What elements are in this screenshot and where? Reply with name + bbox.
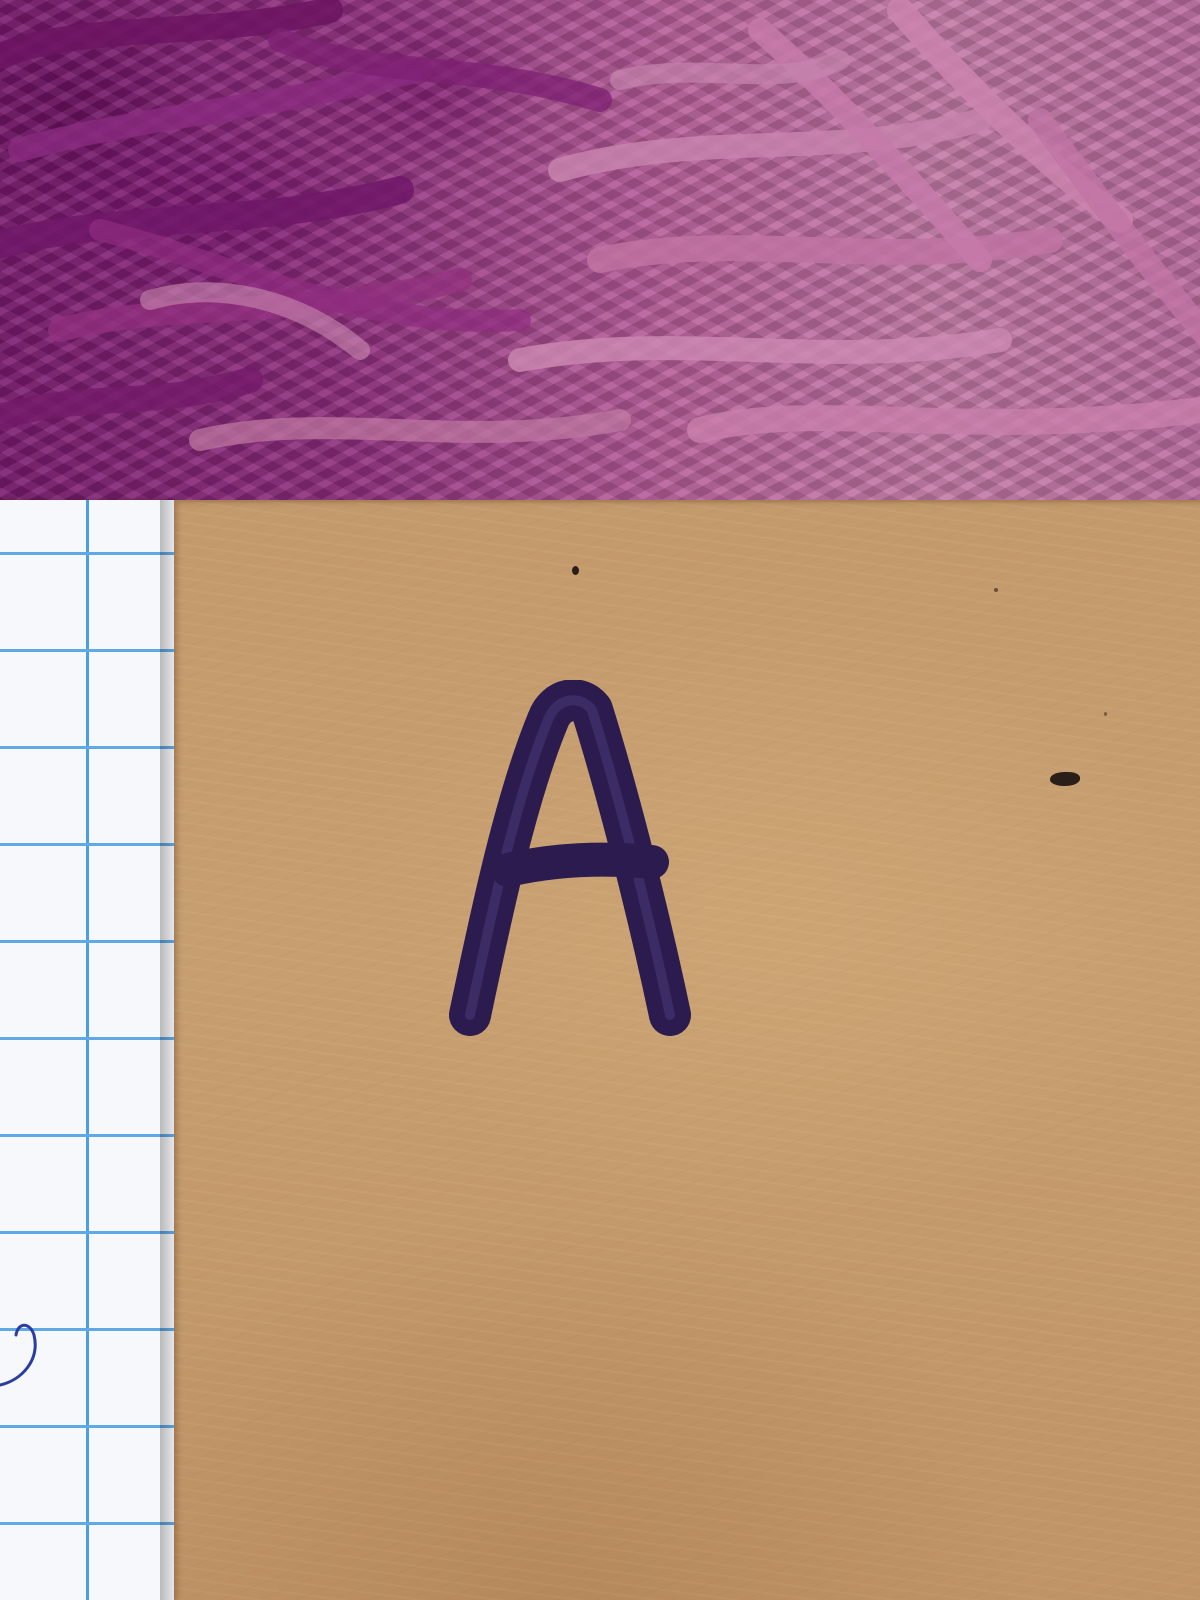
kraft-cover bbox=[174, 500, 1200, 1600]
yarn-strands bbox=[0, 0, 1200, 451]
yarn-rug bbox=[0, 0, 1200, 520]
grid-notebook bbox=[0, 500, 176, 1600]
photo-scene: A bbox=[0, 0, 1200, 1600]
ink-speck bbox=[572, 566, 579, 575]
kraft-fiber-texture bbox=[174, 502, 1200, 1600]
ink-speck bbox=[1104, 712, 1107, 716]
handwritten-letter: A bbox=[430, 680, 700, 1050]
ink-speck bbox=[994, 588, 998, 592]
handwritten-letter-a-drawing bbox=[449, 680, 691, 1036]
notebook-ink-mark bbox=[0, 1323, 37, 1387]
ink-speck bbox=[1050, 772, 1080, 786]
